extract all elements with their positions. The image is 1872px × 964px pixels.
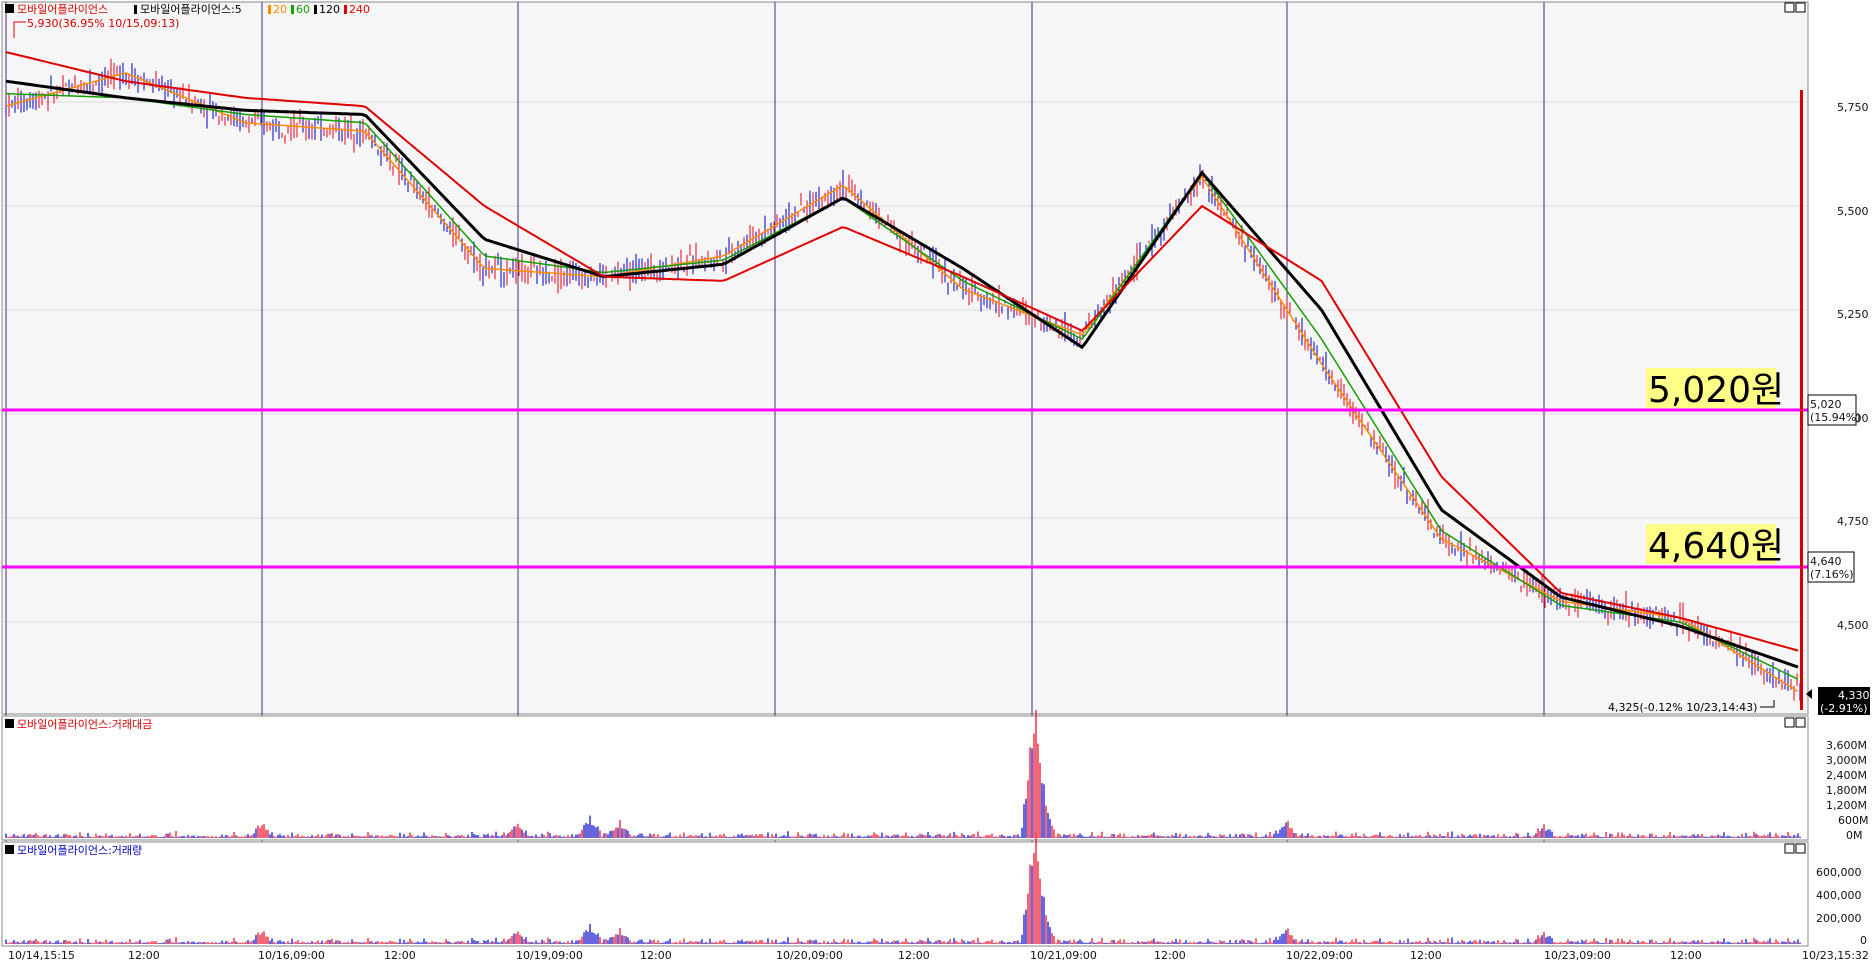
x-label: 10/21,09:00	[1030, 949, 1097, 962]
x-label: 10/23,09:00	[1544, 949, 1611, 962]
legend-ma20-swatch	[268, 5, 271, 14]
volume-panel-title: 모바일어플라이언스:거래량	[17, 843, 142, 857]
volume-panel-maximize-icon[interactable]	[1795, 843, 1806, 854]
high-note: 5,930(36.95% 10/15,09:13)	[27, 17, 179, 30]
volume-tick-0: 0	[1860, 934, 1867, 947]
legend-ma120-swatch	[314, 5, 317, 14]
x-label: 10/16,09:00	[258, 949, 325, 962]
amount-panel-minimize-icon[interactable]	[1784, 717, 1795, 728]
legend-ma5-swatch	[134, 5, 137, 14]
panel-menu-icon[interactable]	[5, 4, 14, 13]
level-5020-tag-pct: (15.94%)	[1810, 411, 1861, 424]
volume-tick-200000: 200,000	[1816, 912, 1862, 925]
amount-tick-600: 600M	[1838, 814, 1869, 827]
amount-tick-1200: 1,200M	[1826, 799, 1867, 812]
panel-maximize-icon[interactable]	[1795, 2, 1806, 13]
amount-panel-maximize-icon[interactable]	[1795, 717, 1806, 728]
amount-tick-1800: 1,800M	[1826, 784, 1867, 797]
level-4640-tag-price: 4,640	[1810, 555, 1842, 568]
price-panel-bg	[1, 1, 1809, 715]
x-label: 12:00	[1670, 949, 1702, 962]
amount-tick-3600: 3,600M	[1826, 739, 1867, 752]
x-label: 10/23,15:32	[1802, 949, 1869, 962]
current-price: 4,330	[1838, 689, 1870, 702]
y-tick-5250: 5,250	[1837, 308, 1869, 321]
x-label: 12:00	[1154, 949, 1186, 962]
y-tick-5750: 5,750	[1837, 101, 1869, 114]
y-tick-5500: 5,500	[1837, 205, 1869, 218]
volume-tick-400000: 400,000	[1816, 889, 1862, 902]
level-5020-tag-price: 5,020	[1810, 398, 1842, 411]
low-note: 4,325(-0.12% 10/23,14:43)	[1608, 701, 1757, 714]
level-4640-label: 4,640원	[1648, 526, 1784, 567]
legend-ma240: 240	[349, 3, 370, 16]
volume-panel-menu-icon[interactable]	[5, 845, 14, 854]
y-tick-4500: 4,500	[1837, 619, 1869, 632]
volume-panel-minimize-icon[interactable]	[1784, 843, 1795, 854]
x-label: 12:00	[128, 949, 160, 962]
current-range-bar	[1800, 90, 1803, 710]
volume-tick-600000: 600,000	[1816, 866, 1862, 879]
x-axis-labels: 10/14,15:15 12:00 10/16,09:00 12:00 10/1…	[8, 949, 1869, 962]
x-label: 12:00	[384, 949, 416, 962]
amount-tick-3000: 3,000M	[1826, 754, 1867, 767]
current-pct: (-2.91%)	[1820, 702, 1868, 715]
x-label: 10/19,09:00	[516, 949, 583, 962]
x-label: 12:00	[1410, 949, 1442, 962]
level-4640-tag-pct: (7.16%)	[1810, 568, 1854, 581]
legend-ma60: 60	[296, 3, 310, 16]
x-label: 10/20,09:00	[776, 949, 843, 962]
amount-tick-2400: 2,400M	[1826, 769, 1867, 782]
legend-ma120: 120	[319, 3, 340, 16]
legend-ma-prefix: 모바일어플라이언스:5	[140, 2, 242, 16]
volume-panel-bg	[1, 841, 1809, 947]
x-label: 12:00	[640, 949, 672, 962]
y-tick-4750: 4,750	[1837, 515, 1869, 528]
amount-panel-menu-icon[interactable]	[5, 719, 14, 728]
legend-ma20: 20	[273, 3, 287, 16]
x-label: 12:00	[898, 949, 930, 962]
x-label: 10/14,15:15	[8, 949, 75, 962]
level-5020-label: 5,020원	[1648, 370, 1784, 411]
amount-panel-title: 모바일어플라이언스:거래대금	[17, 717, 152, 731]
legend-ma60-swatch	[291, 5, 294, 14]
panel-minimize-icon[interactable]	[1784, 2, 1795, 13]
legend-name: 모바일어플라이언스	[17, 2, 108, 16]
amount-tick-0: 0M	[1846, 829, 1863, 842]
x-label: 10/22,09:00	[1286, 949, 1353, 962]
stock-chart-window: 5,020원 4,640원 모바일어플라이언스 모바일어플라이언스:5 20 6…	[0, 0, 1872, 964]
chart-canvas[interactable]: 5,020원 4,640원 모바일어플라이언스 모바일어플라이언스:5 20 6…	[0, 0, 1872, 964]
amount-panel-bg	[1, 715, 1809, 841]
legend-ma240-swatch	[344, 5, 347, 14]
